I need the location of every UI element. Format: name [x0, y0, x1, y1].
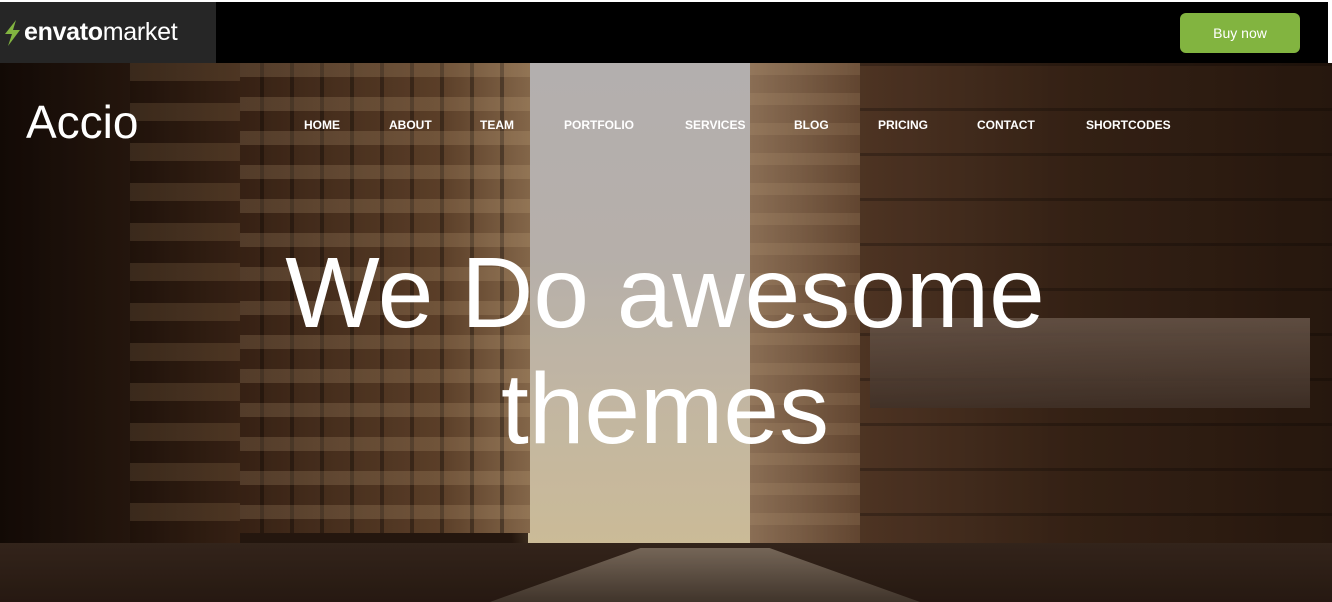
site-logo[interactable]: Accio	[26, 95, 138, 149]
buy-now-button[interactable]: Buy now	[1180, 13, 1300, 53]
nav-portfolio[interactable]: PORTFOLIO	[564, 118, 634, 132]
nav-home[interactable]: HOME	[304, 118, 340, 132]
nav-services[interactable]: SERVICES	[685, 118, 745, 132]
edge-strip	[1328, 0, 1332, 63]
envato-leaf-icon	[5, 19, 20, 46]
envato-top-bar: envatomarket Buy now	[0, 2, 1328, 63]
hero-title: We Do awesome themes	[285, 237, 1045, 465]
brand-wordmark: envatomarket	[24, 18, 178, 47]
brand-light: market	[102, 18, 178, 46]
hero-section: Accio HOME ABOUT TEAM PORTFOLIO SERVICES…	[0, 63, 1332, 602]
nav-pricing[interactable]: PRICING	[878, 118, 928, 132]
nav-team[interactable]: TEAM	[480, 118, 514, 132]
brand-bold: envato	[24, 18, 103, 46]
envato-market-logo[interactable]: envatomarket	[0, 2, 216, 63]
nav-about[interactable]: ABOUT	[389, 118, 432, 132]
nav-shortcodes[interactable]: SHORTCODES	[1086, 118, 1171, 132]
nav-contact[interactable]: CONTACT	[977, 118, 1035, 132]
nav-blog[interactable]: BLOG	[794, 118, 829, 132]
